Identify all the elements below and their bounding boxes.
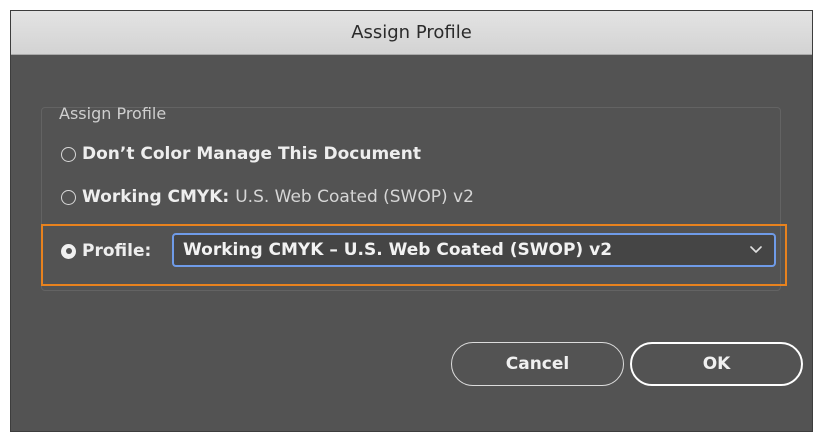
option-working-cmyk[interactable]: Working CMYK: U.S. Web Coated (SWOP) v2 — [61, 187, 474, 207]
radio-button[interactable] — [61, 146, 76, 162]
cancel-button[interactable]: Cancel — [451, 342, 624, 386]
dialog-title[interactable]: Assign Profile — [11, 11, 812, 55]
assign-profile-dialog: Assign Profile Assign Profile Don’t Colo… — [10, 10, 813, 432]
radio-button-selected[interactable] — [61, 243, 76, 259]
option-label: Don’t Color Manage This Document — [82, 144, 421, 164]
working-cmyk-value: U.S. Web Coated (SWOP) v2 — [235, 187, 474, 207]
option-dont-color-manage[interactable]: Don’t Color Manage This Document — [61, 144, 421, 164]
profile-select-value: Working CMYK – U.S. Web Coated (SWOP) v2 — [183, 240, 613, 260]
option-profile[interactable]: Profile: — [61, 241, 151, 261]
radio-button[interactable] — [61, 189, 76, 205]
chevron-down-icon — [746, 240, 766, 260]
ok-button[interactable]: OK — [630, 342, 803, 386]
group-label: Assign Profile — [59, 104, 167, 123]
profile-select[interactable]: Working CMYK – U.S. Web Coated (SWOP) v2 — [172, 233, 776, 267]
option-label: Profile: — [82, 241, 152, 261]
option-label: Working CMYK: — [82, 187, 230, 207]
